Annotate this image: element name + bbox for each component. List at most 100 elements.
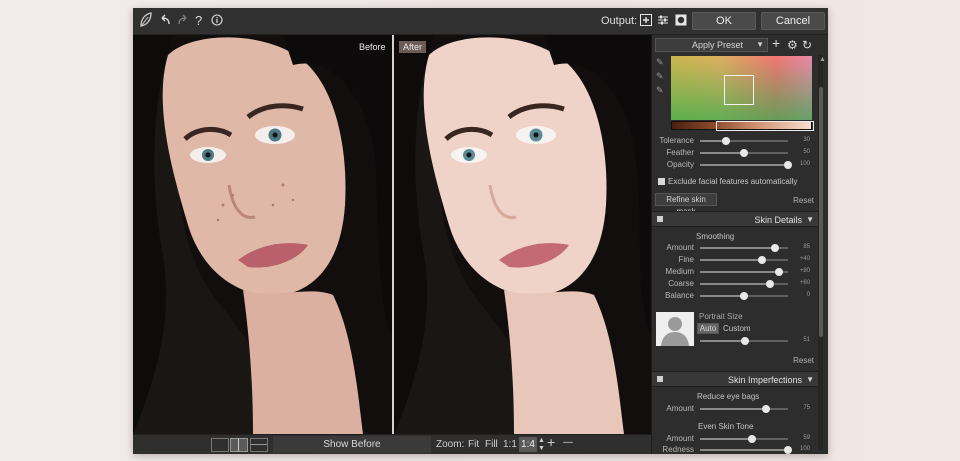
smoothing-coarse-slider[interactable] xyxy=(700,280,788,288)
top-toolbar: ? Output: OK Cancel xyxy=(133,8,828,35)
smoothing-medium-slider[interactable] xyxy=(700,268,788,276)
eyedropper-icon[interactable]: ✎ xyxy=(656,57,666,67)
smoothing-coarse-label: Coarse xyxy=(668,279,694,288)
gear-icon[interactable]: ⚙ xyxy=(787,38,798,52)
mask-feather-label: Feather xyxy=(666,148,694,157)
smoothing-fine-slider[interactable] xyxy=(700,256,788,264)
settings-panel: Apply Preset ▼ + ⚙ ↻ ✎ ✎ ✎ Tolerance 30 Fe… xyxy=(651,35,828,454)
panel-scrollbar[interactable] xyxy=(818,55,823,450)
smoothing-amount-label: Amount xyxy=(666,243,694,252)
skin-color-picker[interactable] xyxy=(671,56,812,120)
skin-details-reset-button[interactable]: Reset xyxy=(793,356,814,366)
refine-skin-mask-button[interactable]: Refine skin mask xyxy=(655,193,717,216)
info-icon[interactable] xyxy=(211,14,223,30)
mask-output-icon[interactable] xyxy=(675,14,687,26)
smoothing-medium-label: Medium xyxy=(665,267,694,276)
smoothing-amount-slider[interactable] xyxy=(700,244,788,252)
app-window: ? Output: OK Cancel Before After Show Be… xyxy=(133,8,828,454)
redo-icon[interactable] xyxy=(177,13,189,31)
slider-thumb[interactable] xyxy=(770,244,779,252)
slider-thumb[interactable] xyxy=(784,446,792,454)
mask-tolerance-label: Tolerance xyxy=(659,136,694,145)
smoothing-coarse-value: +60 xyxy=(799,280,810,286)
color-selection-box[interactable] xyxy=(724,75,754,105)
smoothing-fine-value: +40 xyxy=(799,256,810,262)
scroll-up-icon[interactable]: ▲ xyxy=(819,56,826,63)
custom-button[interactable]: Custom xyxy=(723,324,751,334)
bottom-toolbar: Show Before Zoom: Fit Fill 1:1 1:4 ▲ ▼ + … xyxy=(133,434,651,454)
skin-imperfections-header[interactable]: Skin Imperfections ▼ xyxy=(652,371,818,387)
slider-thumb[interactable] xyxy=(740,337,749,345)
chevron-down-icon: ▼ xyxy=(756,40,764,49)
slider-fill xyxy=(700,247,775,249)
leaf-logo-icon xyxy=(139,12,153,32)
skin-tone-strip[interactable] xyxy=(671,121,814,131)
eye-bags-amount-slider[interactable] xyxy=(700,405,788,413)
scrollbar-thumb[interactable] xyxy=(819,87,823,337)
slider-fill xyxy=(700,340,745,342)
skin-range-marker[interactable] xyxy=(716,121,814,131)
apply-preset-dropdown[interactable]: Apply Preset ▼ xyxy=(655,38,768,52)
even-skin-tone-label: Even Skin Tone xyxy=(698,422,754,431)
ok-button[interactable]: OK xyxy=(692,12,756,30)
zoom-stepper-icon[interactable]: ▲ ▼ xyxy=(538,437,545,453)
before-label: Before xyxy=(359,42,386,52)
mask-feather-slider[interactable] xyxy=(700,149,788,157)
slider-fill xyxy=(700,295,744,297)
slider-fill xyxy=(700,259,762,261)
smoothing-balance-value: 0 xyxy=(806,292,810,298)
adjust-settings-icon[interactable] xyxy=(657,14,669,26)
chevron-down-icon[interactable]: ▼ xyxy=(806,215,814,225)
mask-reset-button[interactable]: Reset xyxy=(793,196,814,206)
exclude-features-checkbox[interactable] xyxy=(658,178,665,185)
slider-thumb[interactable] xyxy=(740,292,748,300)
split-view-icon[interactable] xyxy=(230,438,248,452)
eyedropper-plus-icon[interactable]: ✎ xyxy=(656,71,666,81)
slider-thumb[interactable] xyxy=(766,280,775,288)
section-toggle-icon[interactable] xyxy=(657,216,663,222)
zoom-fit-button[interactable]: Fit xyxy=(468,439,479,451)
mask-tolerance-slider[interactable] xyxy=(700,137,788,145)
slider-thumb[interactable] xyxy=(762,405,770,413)
add-output-icon[interactable] xyxy=(640,14,652,26)
eyedropper-minus-icon[interactable]: ✎ xyxy=(656,85,666,95)
slider-thumb[interactable] xyxy=(775,268,784,276)
refresh-icon[interactable]: ↻ xyxy=(802,38,812,52)
mask-opacity-slider[interactable] xyxy=(700,161,792,169)
portrait-size-label: Portrait Size xyxy=(699,312,743,321)
mask-opacity-value: 100 xyxy=(799,161,810,167)
photo-viewer[interactable]: Before After xyxy=(133,35,651,434)
redness-value: 100 xyxy=(799,446,810,452)
auto-button[interactable]: Auto xyxy=(697,323,719,334)
skin-details-header[interactable]: Skin Details ▼ xyxy=(652,211,818,227)
portrait-size-slider[interactable] xyxy=(700,337,788,345)
tone-amount-slider[interactable] xyxy=(700,435,788,443)
zoom-value[interactable]: 1:4 xyxy=(519,437,537,452)
undo-icon[interactable] xyxy=(159,13,171,31)
single-view-icon[interactable] xyxy=(211,438,229,452)
help-icon[interactable]: ? xyxy=(195,13,202,29)
redness-slider[interactable] xyxy=(700,446,792,454)
exclude-features-label: Exclude facial features automatically xyxy=(668,177,798,186)
mask-opacity-label: Opacity xyxy=(666,160,694,169)
zoom-out-button[interactable]: — xyxy=(563,437,573,449)
show-before-button[interactable]: Show Before xyxy=(273,436,431,453)
zoom-in-button[interactable]: + xyxy=(547,435,555,449)
add-preset-icon[interactable]: + xyxy=(772,36,780,50)
cancel-button[interactable]: Cancel xyxy=(761,12,825,30)
stacked-view-icon[interactable] xyxy=(250,438,268,452)
slider-thumb[interactable] xyxy=(740,149,748,157)
smoothing-fine-label: Fine xyxy=(678,255,694,264)
slider-thumb[interactable] xyxy=(747,435,756,443)
skin-imperfections-title: Skin Imperfections xyxy=(727,375,802,385)
smoothing-balance-slider[interactable] xyxy=(700,292,788,300)
zoom-fill-button[interactable]: Fill xyxy=(485,439,498,451)
slider-thumb[interactable] xyxy=(757,256,766,264)
smoothing-medium-value: +80 xyxy=(799,268,810,274)
slider-thumb[interactable] xyxy=(784,161,792,169)
chevron-down-icon[interactable]: ▼ xyxy=(806,375,814,385)
zoom-1-1-button[interactable]: 1:1 xyxy=(503,439,517,451)
smoothing-balance-label: Balance xyxy=(665,291,694,300)
slider-thumb[interactable] xyxy=(722,137,731,145)
section-toggle-icon[interactable] xyxy=(657,376,663,382)
